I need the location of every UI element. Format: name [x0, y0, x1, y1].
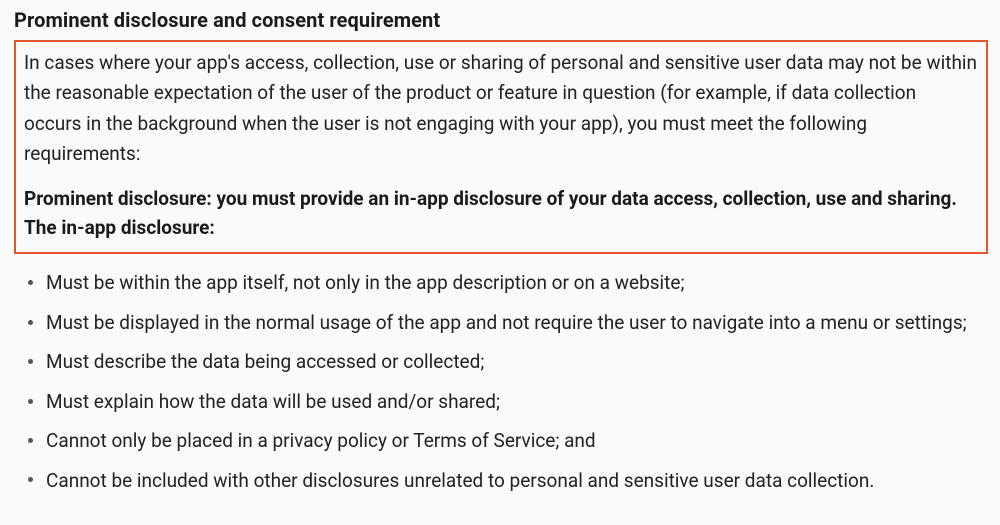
list-item: Must explain how the data will be used a…	[26, 387, 988, 416]
list-item: Must be within the app itself, not only …	[26, 268, 988, 297]
intro-paragraph: In cases where your app's access, collec…	[24, 48, 978, 170]
list-item: Must be displayed in the normal usage of…	[26, 308, 988, 337]
list-item: Cannot only be placed in a privacy polic…	[26, 426, 988, 455]
requirements-list: Must be within the app itself, not only …	[14, 268, 988, 495]
section-heading: Prominent disclosure and consent require…	[14, 8, 988, 32]
list-item: Must describe the data being accessed or…	[26, 347, 988, 376]
highlighted-disclosure-box: In cases where your app's access, collec…	[14, 40, 988, 254]
prominent-disclosure-lead: Prominent disclosure: you must provide a…	[24, 184, 978, 243]
list-item: Cannot be included with other disclosure…	[26, 466, 988, 495]
document-page: Prominent disclosure and consent require…	[0, 0, 1000, 525]
